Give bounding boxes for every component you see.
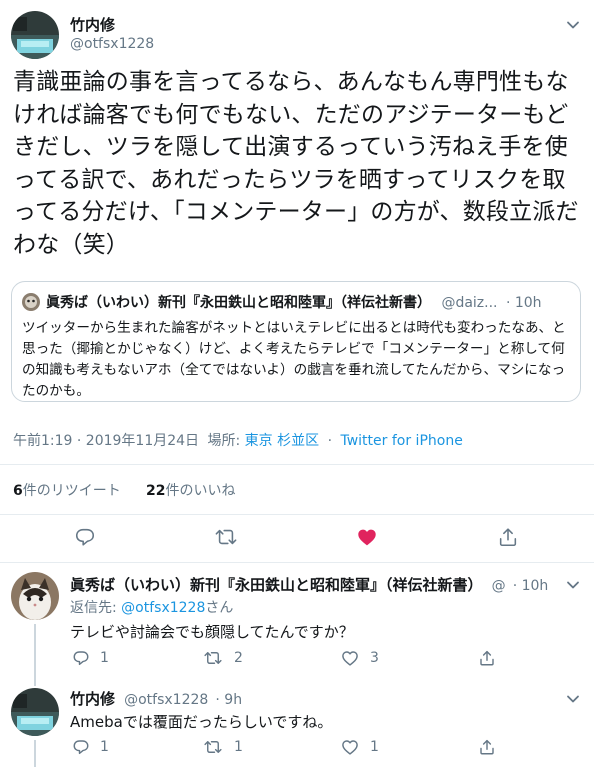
divider — [0, 464, 594, 465]
chevron-down-icon[interactable] — [564, 690, 582, 708]
author-name[interactable]: 竹内修 — [70, 14, 115, 35]
quote-time: · 10h — [505, 295, 542, 311]
reply-to-line: 返信先: @otfsx1228さん — [70, 597, 233, 617]
retweet-icon[interactable] — [203, 649, 223, 667]
share-icon[interactable] — [478, 649, 496, 667]
reply-text: Amebaでは覆面だったらしいですね。 — [70, 713, 333, 731]
like-count: 3 — [370, 650, 379, 666]
reply-count: 1 — [100, 739, 109, 755]
reply-header: 眞秀ば（いわい）新刊『永田鉄山と昭和陸軍』（祥伝社新書） @ · 10h — [70, 574, 550, 595]
tweet-source-link[interactable]: Twitter for iPhone — [340, 433, 462, 449]
retweets-count: 6 — [13, 483, 23, 499]
retweets-stat[interactable]: 6件のリツイート — [13, 480, 121, 500]
quote-author-handle: @daiz... — [441, 295, 498, 311]
tweet-meta: 午前1:19 · 2019年11月24日 場所: 東京 杉並区 · Twitte… — [13, 430, 463, 450]
tweet-location-link[interactable]: 東京 杉並区 — [245, 433, 319, 449]
reply-time[interactable]: · 10h — [513, 578, 549, 594]
reply-header: 竹内修 @otfsx1228 · 9h — [70, 688, 550, 709]
reply-time[interactable]: · 9h — [215, 692, 242, 708]
quote-author-name: 眞秀ば（いわい）新刊『永田鉄山と昭和陸軍』（祥伝社新書） — [46, 295, 431, 311]
divider — [0, 562, 594, 563]
reply-author-handle[interactable]: @otfsx1228 — [124, 692, 208, 708]
meta-separator: · — [327, 433, 333, 449]
heart-icon[interactable] — [356, 526, 378, 548]
like-count: 1 — [370, 739, 379, 755]
reply-icon[interactable] — [72, 738, 90, 756]
tweet-text: 青識亜論の事を言ってるなら、あんなもん専門性もなければ論客でも何でもない、ただの… — [13, 69, 579, 258]
reply-text: テレビや討論会でも顔隠してたんですか？ — [70, 623, 354, 641]
likes-count: 22 — [146, 483, 166, 499]
share-icon[interactable] — [497, 526, 519, 548]
retweet-icon[interactable] — [203, 738, 223, 756]
author-avatar[interactable] — [11, 11, 59, 59]
chevron-down-icon[interactable] — [564, 576, 582, 594]
reply-author-handle[interactable]: @ — [492, 578, 506, 594]
reply-to-suffix: さん — [205, 600, 234, 616]
heart-icon[interactable] — [341, 738, 359, 756]
share-icon[interactable] — [478, 738, 496, 756]
location-prefix: 場所: — [207, 433, 241, 449]
heart-icon[interactable] — [341, 649, 359, 667]
likes-stat[interactable]: 22件のいいね — [146, 480, 235, 500]
quote-header: 眞秀ば（いわい）新刊『永田鉄山と昭和陸軍』（祥伝社新書） @daiz... · … — [46, 292, 574, 312]
thread-line — [34, 624, 36, 686]
reply-author-avatar[interactable] — [11, 688, 59, 736]
retweet-count: 2 — [234, 650, 243, 666]
chevron-down-icon[interactable] — [564, 16, 582, 34]
reply-author-name[interactable]: 竹内修 — [70, 690, 115, 708]
divider — [0, 514, 594, 515]
reply-author-avatar[interactable] — [11, 572, 59, 620]
quote-text: ツイッターから生まれた論客がネットとはいえテレビに出るとは時代も変わったなあ、と… — [22, 320, 566, 399]
reply-author-name[interactable]: 眞秀ば（いわい）新刊『永田鉄山と昭和陸軍』（祥伝社新書） — [70, 576, 483, 594]
reply-icon[interactable] — [72, 649, 90, 667]
quoted-tweet[interactable]: 眞秀ば（いわい）新刊『永田鉄山と昭和陸軍』（祥伝社新書） @daiz... · … — [11, 281, 581, 402]
retweet-count: 1 — [234, 739, 243, 755]
reply-to-handle[interactable]: @otfsx1228 — [121, 600, 205, 616]
likes-label: 件のいいね — [165, 483, 236, 499]
reply-to-prefix: 返信先: — [70, 600, 117, 616]
reply-icon[interactable] — [74, 526, 96, 548]
reply-count: 1 — [100, 650, 109, 666]
retweet-icon[interactable] — [214, 526, 238, 548]
retweets-label: 件のリツイート — [22, 483, 121, 499]
thread-line — [34, 740, 36, 767]
tweet-timestamp[interactable]: 午前1:19 · 2019年11月24日 — [13, 433, 199, 449]
author-handle[interactable]: @otfsx1228 — [70, 36, 154, 52]
quote-author-avatar — [22, 293, 40, 311]
